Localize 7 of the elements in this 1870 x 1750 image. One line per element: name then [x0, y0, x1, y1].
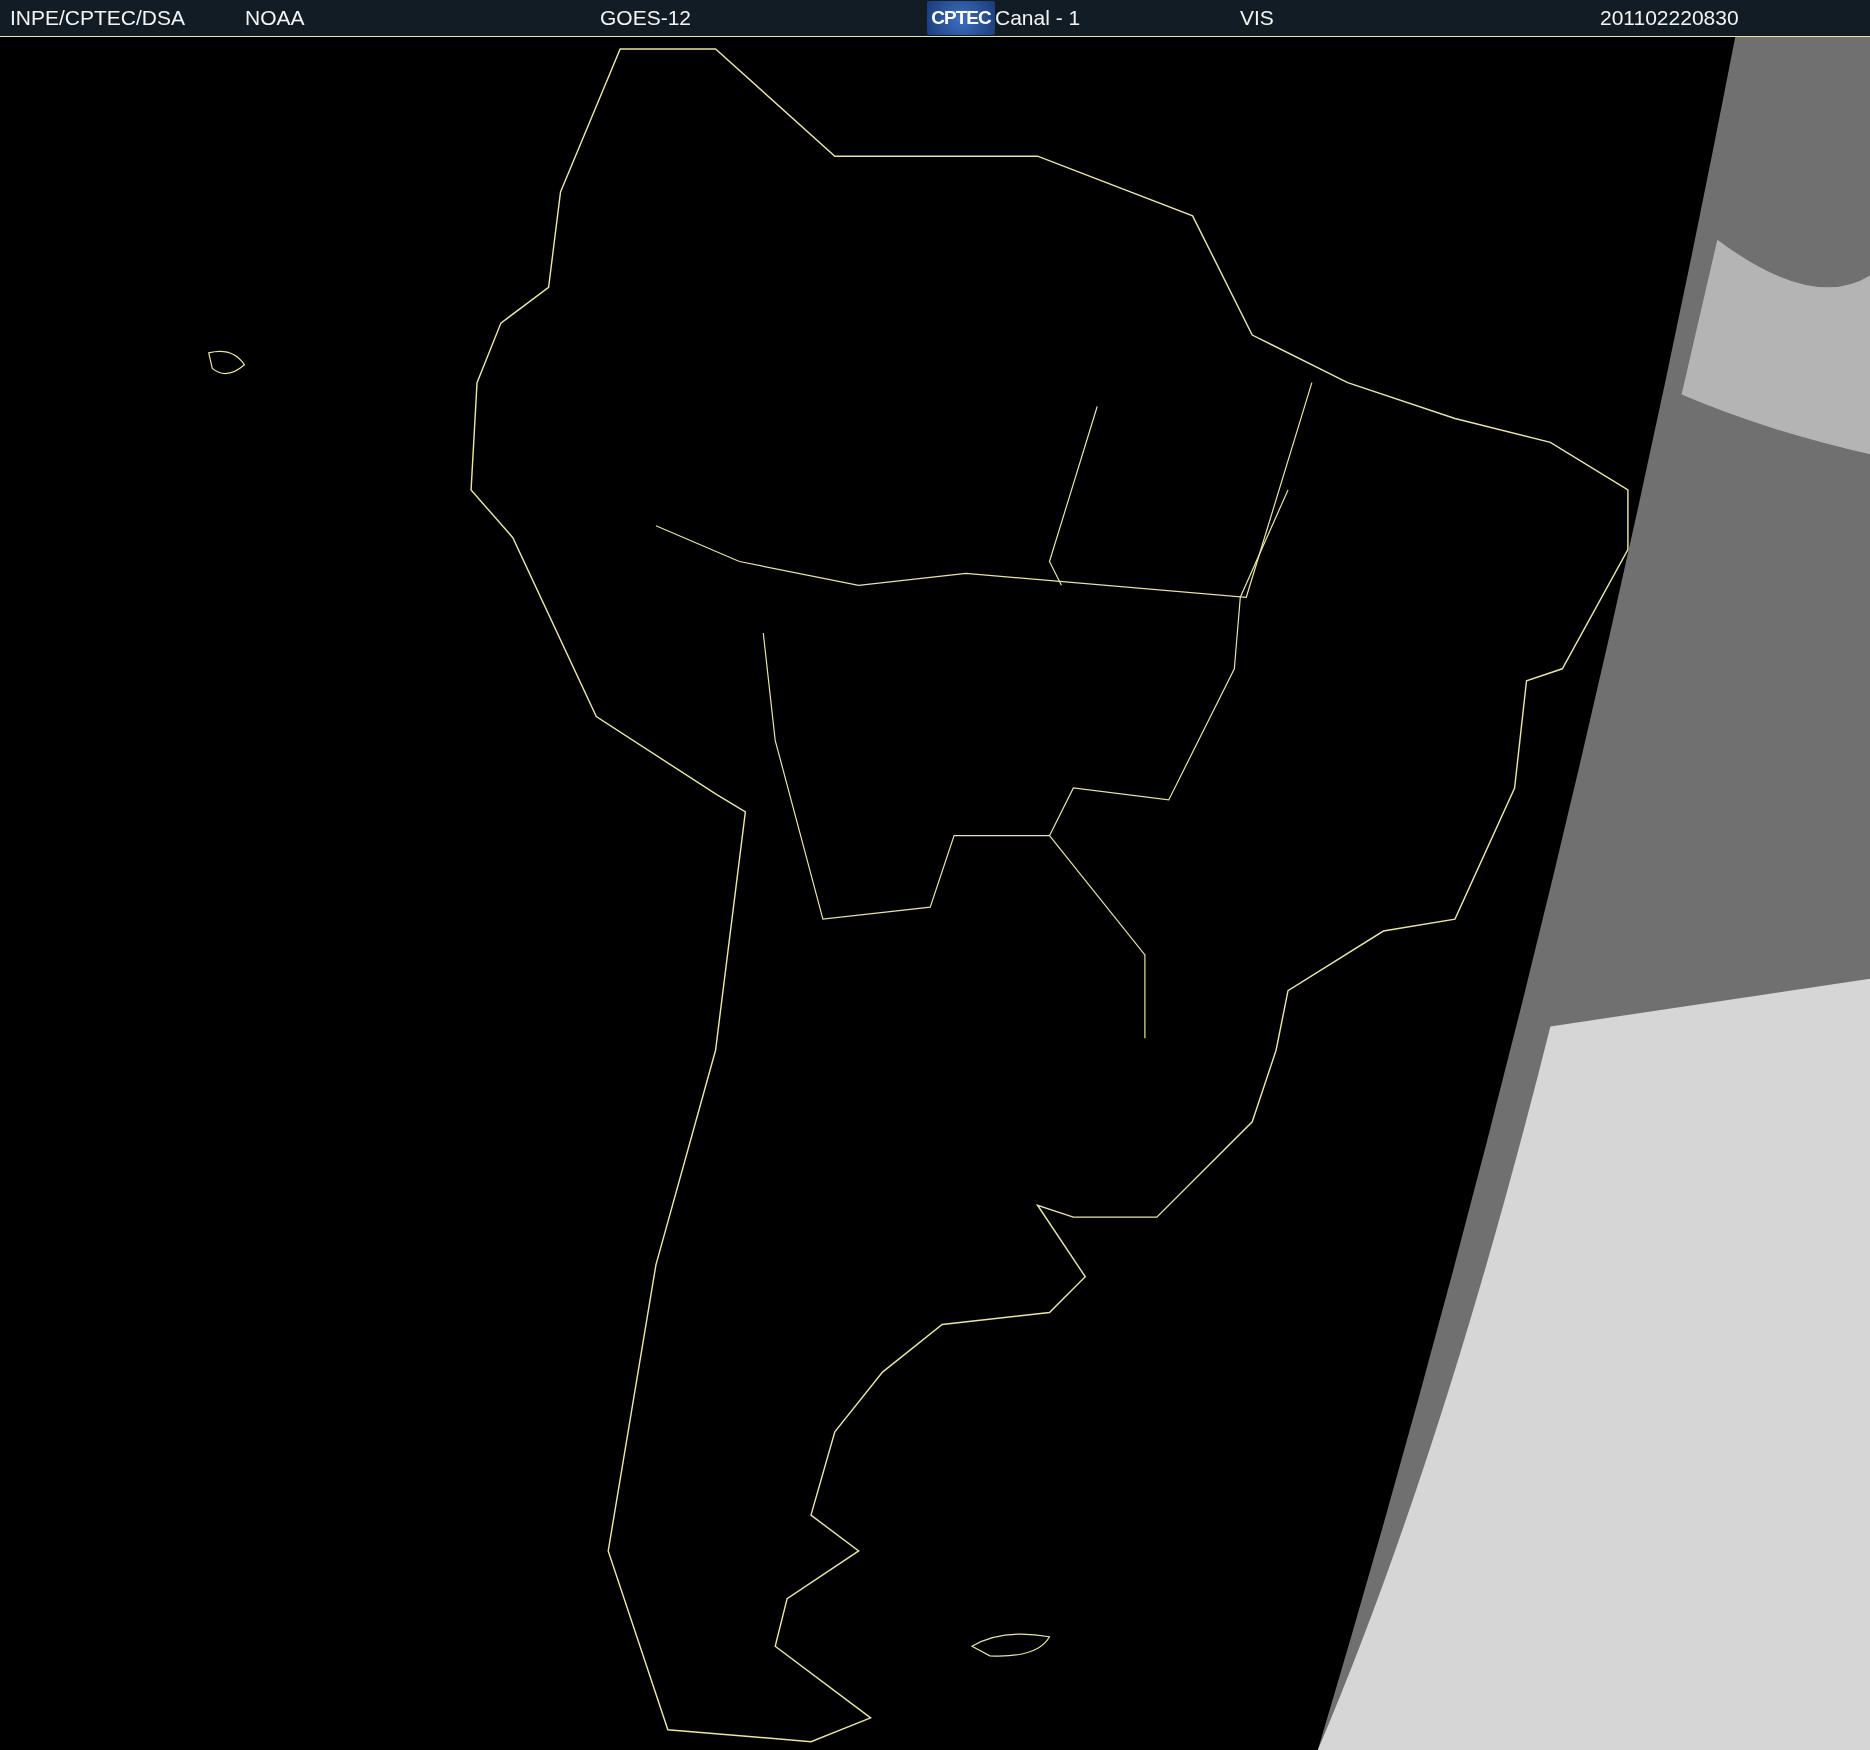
- header-label: NOAA: [245, 6, 305, 30]
- header-label: INPE/CPTEC/DSA: [10, 6, 186, 30]
- logo: CPTEC: [927, 1, 995, 35]
- header-label: VIS: [1240, 6, 1274, 30]
- header-label: Canal - 1: [995, 6, 1081, 30]
- header-label: GOES-12: [600, 6, 692, 30]
- header-label: 201102220830: [1600, 6, 1739, 30]
